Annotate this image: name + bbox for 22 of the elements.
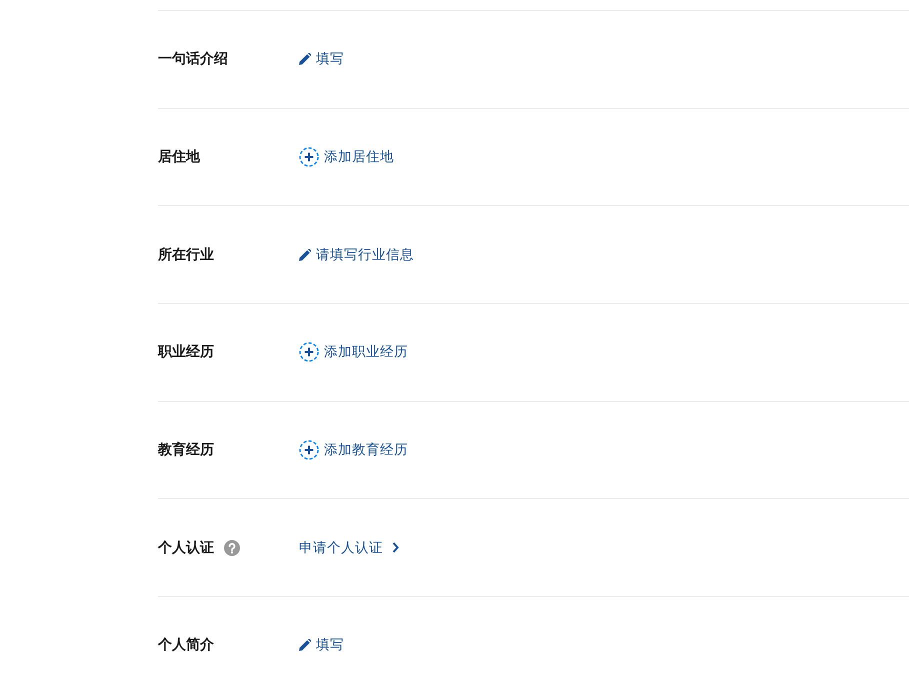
edit-button[interactable]: 请填写行业信息 [299,246,414,264]
field-label: 居住地 [158,148,200,166]
pencil-icon [299,53,311,66]
field-label: 个人简介 [158,636,214,654]
add-icon [299,147,319,168]
certification-link[interactable]: 申请个人认证 [299,538,400,557]
add-icon [299,440,319,460]
field-label: 个人认证 [158,538,214,557]
pencil-icon [299,639,311,652]
help-icon[interactable] [224,540,240,556]
field-label: 教育经历 [158,441,214,460]
edit-button[interactable]: 填写 [299,50,344,68]
field-label: 所在行业 [158,246,214,264]
add-button[interactable]: 添加教育经历 [299,440,408,460]
add-button[interactable]: 添加居住地 [299,147,394,168]
field-label: 一句话介绍 [158,50,228,68]
add-button[interactable]: 添加职业经历 [299,342,408,362]
field-label: 职业经历 [158,343,214,362]
add-icon [299,342,319,362]
chevron-right-icon [392,542,400,554]
pencil-icon [299,248,311,261]
edit-button[interactable]: 填写 [299,636,344,654]
